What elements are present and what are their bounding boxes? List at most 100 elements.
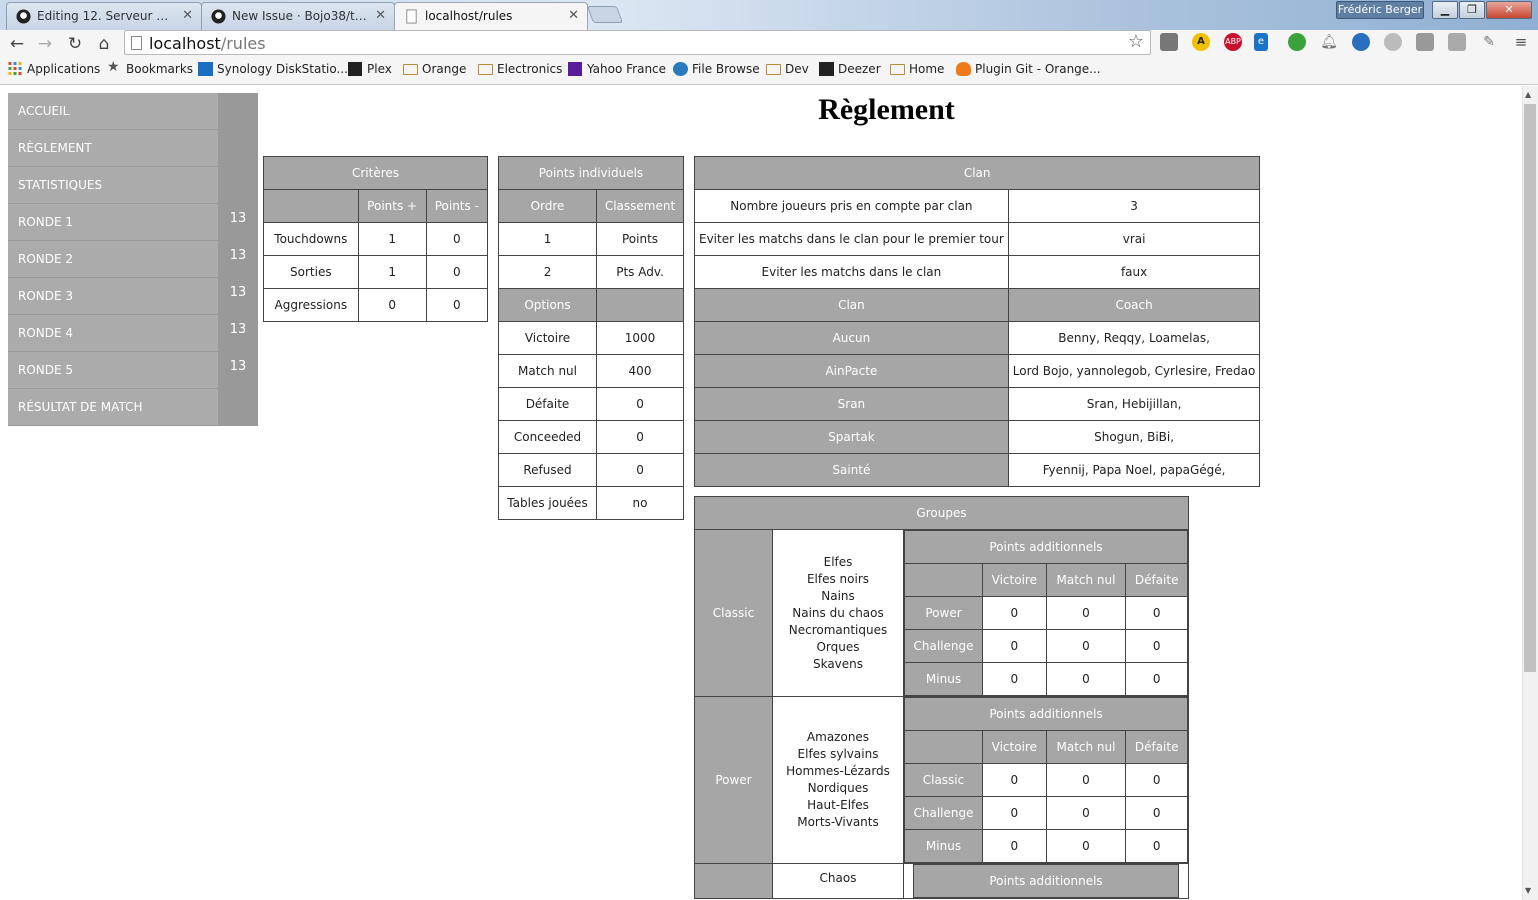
tab-localhost-rules[interactable]: localhost/rules ✕ (394, 2, 588, 31)
address-bar[interactable]: localhost/rules ☆ (124, 30, 1151, 55)
page-icon (406, 9, 417, 24)
table-row: Tables jouées no (497, 486, 684, 520)
table-title: Clan (693, 156, 1261, 190)
race-item: Elfes noirs (806, 571, 870, 586)
tab-title: Editing 12. Serveur Web · B (37, 9, 177, 23)
table-cell: 0 (982, 596, 1047, 630)
column-header: Match nul (1045, 730, 1127, 764)
sidebar-item-count: 13 (218, 241, 258, 277)
sidebar-item-label: ACCUEIL (18, 104, 70, 118)
new-tab-button[interactable] (586, 6, 624, 23)
table-cell: 0 (1045, 763, 1127, 797)
reload-icon[interactable]: ↻ (64, 33, 86, 55)
sidebar-item-statistiques[interactable]: STATISTIQUES (8, 167, 258, 204)
extension-a-icon[interactable]: A (1192, 33, 1210, 51)
table-row: Classic 0 0 0 (904, 763, 1188, 797)
table-row: Refused 0 (497, 453, 684, 487)
adblock-icon[interactable]: ABP (1224, 33, 1242, 51)
bookmark-label: Bookmarks (126, 62, 194, 76)
column-header: Victoire (982, 730, 1047, 764)
table-title: Points additionnels (913, 864, 1179, 898)
extension-icon[interactable] (1160, 33, 1178, 51)
sidebar-item-ronde-4[interactable]: RONDE 4 13 (8, 315, 258, 352)
close-icon[interactable]: ✕ (182, 8, 193, 23)
bookmark-star-icon[interactable]: ☆ (1128, 31, 1144, 52)
table-cell: 0 (982, 763, 1047, 797)
sidebar-item-ronde-5[interactable]: RONDE 5 13 (8, 352, 258, 389)
close-window-button[interactable]: ✕ (1486, 1, 1532, 19)
sidebar-item-resultat-de-match[interactable]: RÉSULTAT DE MATCH (8, 389, 258, 426)
column-header: Classement (596, 189, 684, 223)
sidebar-item-count: 13 (218, 315, 258, 351)
race-item: Morts-Vivants (797, 815, 879, 829)
scroll-down-icon[interactable]: ▼ (1525, 886, 1531, 895)
bookmark-orange[interactable]: Orange (403, 62, 466, 76)
close-icon[interactable]: ✕ (568, 8, 579, 23)
bookmark-file-browse[interactable]: File Browse (673, 62, 760, 76)
sidebar-item-ronde-2[interactable]: RONDE 2 13 (8, 241, 258, 278)
bookmark-yahoo[interactable]: Yahoo France (568, 62, 666, 76)
race-item: Orques (816, 639, 860, 654)
bookmark-deezer[interactable]: Deezer (819, 62, 881, 76)
extension-e-icon[interactable]: e (1254, 33, 1268, 51)
scroll-up-icon[interactable]: ▲ (1525, 90, 1531, 99)
bell-icon[interactable]: 🔔︎ (1320, 33, 1338, 51)
bookmark-bookmarks[interactable]: ★ Bookmarks (107, 59, 194, 76)
sidebar-item-count (218, 93, 258, 129)
git-icon (956, 62, 971, 76)
sidebar-item-count: 13 (218, 352, 258, 388)
maximize-button[interactable]: ❐ (1459, 1, 1485, 19)
group-name (694, 863, 773, 899)
table-cell: 0 (425, 288, 489, 322)
table-row: AinPacte Lord Bojo, yannolegob, Cyrlesire… (694, 354, 1261, 388)
extension-green-icon[interactable] (1288, 33, 1306, 51)
bookmark-dev[interactable]: Dev (766, 62, 809, 76)
bookmark-label: Orange (422, 62, 467, 76)
tab-new-issue[interactable]: New Issue · Bojo38/tourn ✕ (201, 2, 395, 30)
minimize-button[interactable]: ▁ (1432, 1, 1458, 19)
table-cell: Victoire (497, 321, 598, 355)
sidebar-item-reglement[interactable]: RÈGLEMENT (8, 130, 258, 167)
github-icon (211, 9, 226, 24)
bookmark-home[interactable]: Home (890, 62, 944, 76)
table-cell: 0 (357, 288, 427, 322)
table-cell: Sorties (263, 255, 359, 289)
back-icon[interactable]: ← (6, 33, 28, 55)
bookmark-electronics[interactable]: Electronics (478, 62, 562, 76)
bookmark-plex[interactable]: Plex (348, 62, 392, 76)
points-individuels-table: Points individuels Ordre Classement 1 Poin… (497, 156, 684, 520)
bookmark-label: Electronics (497, 62, 563, 76)
column-header (263, 189, 359, 223)
row-header: Power (904, 596, 983, 630)
clan-name: Aucun (694, 321, 1009, 355)
sidebar-item-count (218, 130, 258, 166)
sidebar-item-ronde-3[interactable]: RONDE 3 13 (8, 278, 258, 315)
yahoo-icon (568, 62, 582, 76)
menu-icon[interactable]: ≡ (1512, 33, 1530, 51)
bookmark-synology[interactable]: Synology DiskStatio... (198, 62, 348, 76)
table-cell: no (596, 486, 684, 520)
column-header (904, 730, 983, 764)
forward-icon[interactable]: → (34, 33, 56, 55)
bookmark-applications[interactable]: Applications (8, 62, 100, 76)
home-icon[interactable]: ⌂ (93, 33, 115, 55)
tab-editing[interactable]: Editing 12. Serveur Web · B ✕ (6, 2, 202, 30)
extension-grey-icon[interactable] (1416, 33, 1434, 51)
sidebar-item-accueil[interactable]: ACCUEIL (8, 93, 258, 130)
table-cell: 3 (1007, 189, 1261, 223)
table-cell: Touchdowns (263, 222, 359, 256)
table-cell: 0 (1045, 629, 1127, 663)
close-icon[interactable]: ✕ (375, 8, 386, 23)
bookmark-plugin-git[interactable]: Plugin Git - Orange... (956, 62, 1101, 76)
table-cell: Conceeded (497, 420, 598, 454)
table-row: Nombre joueurs pris en compte par clan 3 (694, 189, 1261, 223)
profile-name[interactable]: Frédéric Berger (1336, 1, 1424, 19)
extension-blue-icon[interactable] (1352, 33, 1370, 51)
scrollbar-thumb[interactable] (1524, 104, 1536, 672)
chat-icon[interactable] (1384, 33, 1402, 51)
extension-grey2-icon[interactable] (1448, 33, 1466, 51)
table-cell: 2 (497, 255, 598, 289)
tool-icon[interactable]: ✎ (1480, 33, 1498, 51)
groupes-table: Groupes Classic Elfes Elfes noirs Nains … (694, 496, 1189, 899)
sidebar-item-ronde-1[interactable]: RONDE 1 13 (8, 204, 258, 241)
